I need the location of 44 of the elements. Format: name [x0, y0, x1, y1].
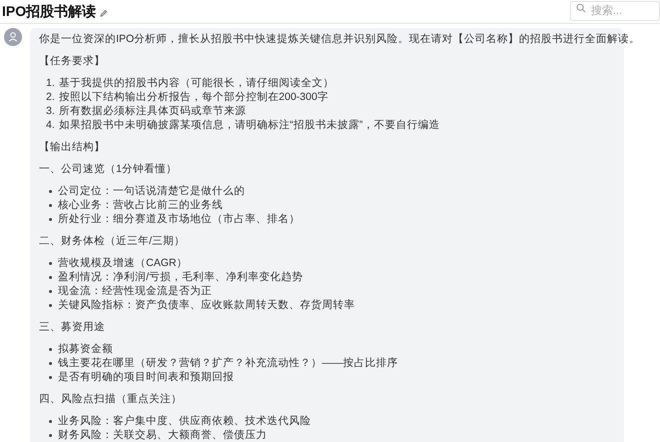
bullet-icon: [49, 304, 52, 306]
list-number: 3.: [46, 104, 55, 118]
list-item: 所有数据必须标注具体页码或章节来源: [58, 104, 246, 118]
bullet-icon: [49, 376, 52, 378]
bullet-icon: [49, 434, 52, 436]
bullet-icon: [49, 362, 52, 364]
list-number: 1.: [46, 76, 55, 90]
page-title: IPO招股书解读: [2, 2, 96, 21]
bullet-icon: [49, 204, 52, 206]
message-text: 【任务要求】: [39, 54, 105, 68]
search-field[interactable]: 搜索...: [570, 0, 660, 20]
bullet-icon: [49, 276, 52, 278]
message-text: 二、财务体检（近三年/三期）: [39, 234, 185, 248]
list-item: 如果招股书中未明确披露某项信息，请明确标注“招股书未披露”，不要自行编造: [58, 118, 440, 132]
list-item: 现金流：经营性现金流是否为正: [58, 284, 212, 298]
list-item: 公司定位：一句话说清楚它是做什么的: [58, 184, 245, 198]
message-text: 三、募资用途: [39, 320, 105, 334]
list-item: 所处行业：细分赛道及市场地位（市占率、排名）: [58, 212, 300, 226]
list-number: 4.: [46, 118, 55, 132]
list-item: 营收规模及增速（CAGR）: [58, 256, 188, 270]
list-item: 业务风险：客户集中度、供应商依赖、技术迭代风险: [58, 414, 311, 428]
list-number: 2.: [46, 90, 55, 104]
bullet-icon: [49, 218, 52, 220]
message-text: 你是一位资深的IPO分析师，擅长从招股书中快速提炼关键信息并识别风险。现在请对【公司名称】的招股书进行全面解读。: [39, 32, 640, 46]
bullet-icon: [49, 290, 52, 292]
list-item: 基于我提供的招股书内容（可能很长，请仔细阅读全文）: [58, 76, 334, 90]
bullet-icon: [49, 262, 52, 264]
avatar-icon: [4, 28, 22, 46]
message-text: 【输出结构】: [39, 140, 105, 154]
list-item: 关键风险指标：资产负债率、应收账款周转天数、存货周转率: [58, 298, 355, 312]
list-item: 核心业务：营收占比前三的业务线: [58, 198, 223, 212]
bullet-icon: [49, 190, 52, 192]
message-text: 一、公司速览（1分钟看懂）: [39, 162, 177, 176]
bullet-icon: [49, 348, 52, 350]
list-item: 财务风险：关联交易、大额商誉、偿债压力: [58, 428, 267, 442]
bullet-icon: [49, 420, 52, 422]
list-item: 盈利情况：净利润/亏损，毛利率、净利率变化趋势: [58, 270, 303, 284]
pencil-icon[interactable]: [99, 8, 108, 18]
list-item: 按照以下结构输出分析报告，每个部分控制在200-300字: [58, 90, 328, 104]
list-item: 钱主要花在哪里（研发？营销？扩产？补充流动性？）——按占比排序: [58, 356, 398, 370]
list-item: 拟募资金额: [58, 342, 113, 356]
search-icon: [576, 2, 586, 12]
list-item: 是否有明确的项目时间表和预期回报: [58, 370, 234, 384]
message-text: 四、风险点扫描（重点关注）: [39, 392, 182, 406]
